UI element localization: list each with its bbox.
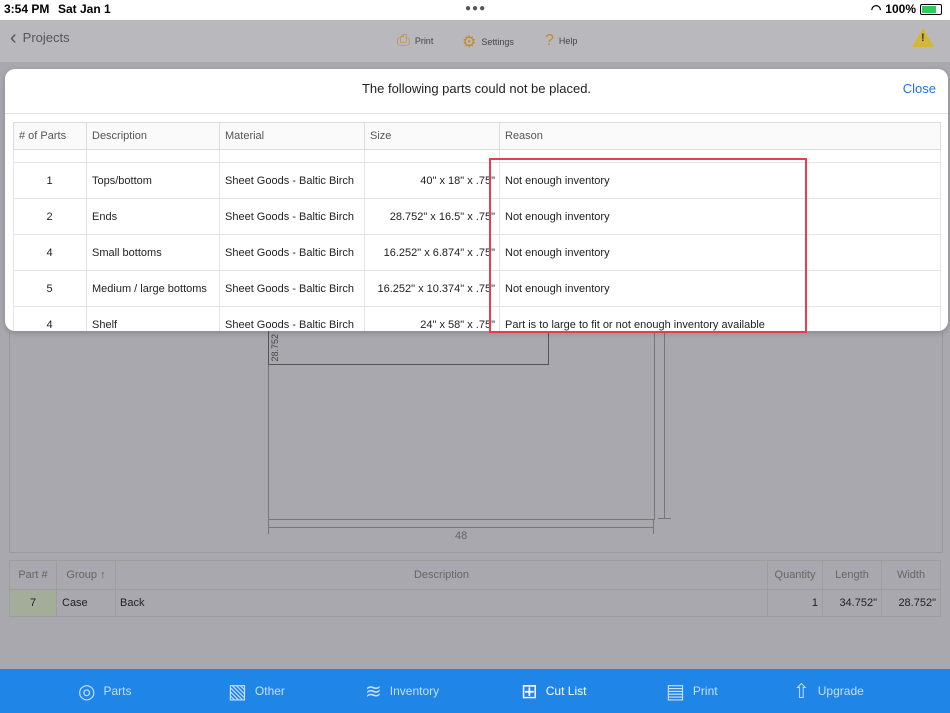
close-button[interactable]: Close — [903, 81, 936, 96]
cell-material: Sheet Goods - Baltic Birch — [219, 162, 365, 199]
printer-icon: ⎙ — [397, 32, 410, 49]
cell-size: 16.252" x 6.874" x .75" — [364, 234, 500, 271]
tab-upgrade-label: Upgrade — [817, 684, 864, 698]
question-icon: ? — [545, 32, 554, 49]
tab-inventory-label: Inventory — [389, 684, 440, 698]
print-label: Print — [414, 36, 434, 46]
cell-material: Sheet Goods - Baltic Birch — [219, 198, 365, 235]
gear-icon: ⚙ — [462, 34, 477, 51]
tab-other[interactable]: ▧ Other — [228, 669, 285, 713]
print-button[interactable]: ⎙ Print — [397, 32, 433, 50]
document-icon: ▤ — [666, 680, 685, 703]
warning-icon[interactable]: ! — [912, 28, 934, 47]
cell-description: Shelf — [86, 306, 220, 331]
cell-count: 4 — [13, 306, 87, 331]
cell-count: 5 — [13, 270, 87, 307]
reason-highlight-box — [489, 158, 807, 333]
help-button[interactable]: ? Help — [545, 32, 577, 50]
status-bar: 3:54 PM Sat Jan 1 ●●● ◠ 100% — [0, 0, 950, 20]
tab-print[interactable]: ▤ Print — [666, 669, 718, 713]
status-time: 3:54 PM — [4, 2, 50, 16]
piece-dimension-label: 28.752 — [270, 334, 280, 362]
status-right: ◠ 100% — [871, 2, 942, 16]
cut-list-icon: ⊞ — [521, 680, 538, 703]
cell-group: Case — [56, 589, 116, 617]
cell-count: 2 — [13, 198, 87, 235]
col-reason: Reason — [499, 122, 941, 150]
cell-description: Ends — [86, 198, 220, 235]
col-description[interactable]: Description — [115, 560, 768, 590]
parts-table: Part # Group ↑ Description Quantity Leng… — [9, 560, 941, 617]
tab-upgrade[interactable]: ⇧ Upgrade — [793, 669, 864, 713]
back-label: Projects — [22, 30, 70, 45]
col-group[interactable]: Group ↑ — [56, 560, 116, 590]
width-dimension-label: 48 — [455, 530, 468, 542]
cell-material: Sheet Goods - Baltic Birch — [219, 234, 365, 271]
col-material: Material — [219, 122, 365, 150]
dimension-tick-right — [653, 520, 654, 534]
battery-icon — [920, 3, 942, 15]
tab-cut-list-label: Cut List — [545, 684, 587, 698]
tab-parts[interactable]: ◎ Parts — [78, 669, 131, 713]
back-button[interactable]: ‹ Projects — [10, 26, 70, 49]
tape-measure-icon: ◎ — [78, 680, 96, 703]
vertical-dimension-tick — [658, 518, 671, 519]
col-part-number[interactable]: Part # — [9, 560, 57, 590]
chevron-left-icon: ‹ — [10, 26, 17, 49]
cell-material: Sheet Goods - Baltic Birch — [219, 306, 365, 331]
cell-size: 40" x 18" x .75" — [364, 162, 500, 199]
tab-bar: ◎ Parts ▧ Other ≋ Inventory ⊞ Cut List ▤… — [0, 669, 950, 713]
cell-size: 28.752" x 16.5" x .75" — [364, 198, 500, 235]
vertical-dimension-line — [664, 330, 665, 518]
cell-count: 4 — [13, 234, 87, 271]
cell-quantity: 1 — [767, 589, 823, 617]
tab-cut-list[interactable]: ⊞ Cut List — [521, 669, 586, 713]
help-label: Help — [558, 36, 578, 46]
cell-length: 34.752" — [822, 589, 882, 617]
cell-description: Small bottoms — [86, 234, 220, 271]
col-quantity[interactable]: Quantity — [767, 560, 823, 590]
nav-bar: ‹ Projects ⎙ Print ⚙ Settings ? Help ! — [0, 20, 950, 62]
upgrade-arrow-icon: ⇧ — [793, 680, 810, 703]
other-tools-icon: ▧ — [228, 680, 247, 703]
dialog-title: The following parts could not be placed. — [361, 81, 592, 96]
col-count: # of Parts — [13, 122, 87, 150]
col-length[interactable]: Length — [822, 560, 882, 590]
cell-description: Back — [115, 589, 768, 617]
tab-parts-label: Parts — [103, 684, 132, 698]
stack-icon: ≋ — [365, 680, 382, 703]
cell-material: Sheet Goods - Baltic Birch — [219, 270, 365, 307]
col-group-label: Group — [66, 569, 97, 581]
cell-description: Medium / large bottoms — [86, 270, 220, 307]
cell-size: 24" x 58" x .75" — [364, 306, 500, 331]
col-size: Size — [364, 122, 500, 150]
battery-percent: 100% — [885, 2, 916, 16]
cell-description: Tops/bottom — [86, 162, 220, 199]
tab-other-label: Other — [254, 684, 285, 698]
parts-table-header: Part # Group ↑ Description Quantity Leng… — [9, 560, 941, 590]
cell-width: 28.752" — [881, 589, 941, 617]
cell-size: 16.252" x 10.374" x .75" — [364, 270, 500, 307]
table-header: # of Parts Description Material Size Rea… — [13, 122, 941, 150]
col-description: Description — [86, 122, 220, 150]
divider — [5, 113, 948, 114]
sort-arrow-up-icon: ↑ — [100, 569, 106, 581]
settings-label: Settings — [481, 37, 514, 47]
cell-part: 7 — [9, 589, 57, 617]
cell-count: 1 — [13, 162, 87, 199]
tab-print-label: Print — [692, 684, 718, 698]
dimension-tick-left — [268, 520, 269, 534]
wifi-icon: ◠ — [870, 2, 882, 16]
tab-inventory[interactable]: ≋ Inventory — [365, 669, 439, 713]
table-row[interactable]: 7 Case Back 1 34.752" 28.752" — [9, 589, 941, 617]
settings-button[interactable]: ⚙ Settings — [462, 32, 514, 52]
col-width[interactable]: Width — [881, 560, 941, 590]
status-date: Sat Jan 1 — [58, 2, 111, 16]
horizontal-dimension-line — [268, 527, 654, 528]
multitask-dots-icon[interactable]: ●●● — [465, 3, 486, 14]
placed-piece[interactable] — [268, 330, 549, 365]
